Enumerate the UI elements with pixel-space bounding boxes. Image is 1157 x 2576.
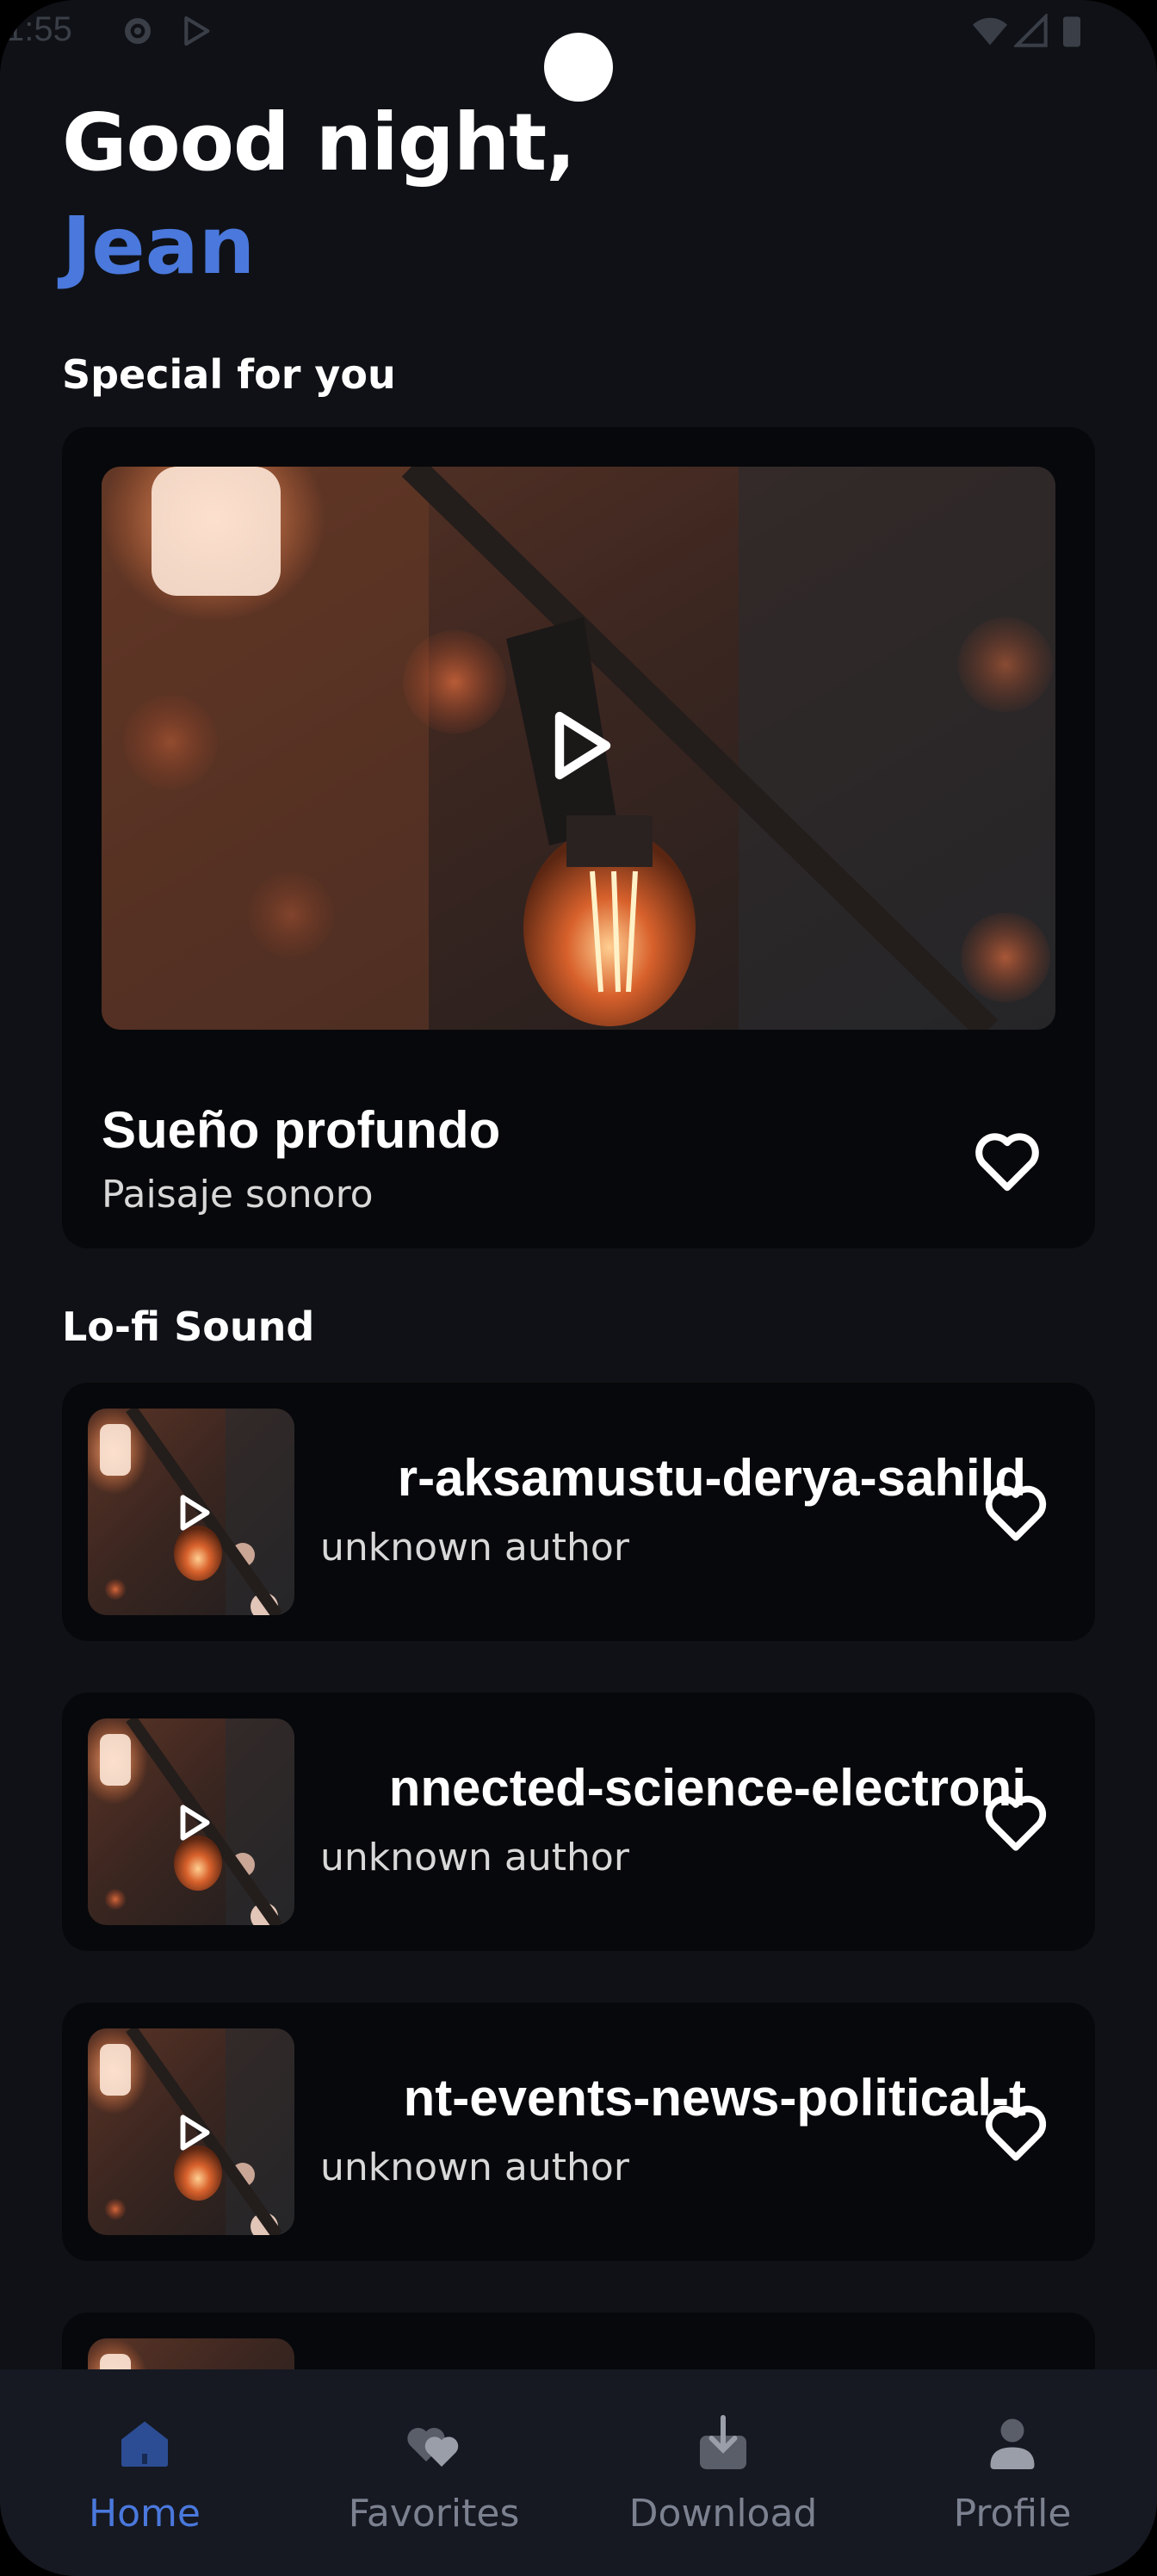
play-icon[interactable] <box>172 2111 215 2154</box>
track-title-marquee: nnected-science-electroni <box>320 1758 1026 1827</box>
profile-icon <box>990 2418 1035 2469</box>
featured-title: Sueño profundo <box>102 1101 501 1159</box>
track-thumbnail[interactable] <box>88 1718 294 1925</box>
track-title-marquee: r-aksamustu-derya-sahild <box>320 1448 1026 1517</box>
greeting-text: Good night, <box>62 96 576 189</box>
heart-icon[interactable] <box>980 1476 1052 1548</box>
track-author: unknown author <box>320 2146 629 2189</box>
nav-label-download: Download <box>628 2492 818 2536</box>
track-thumbnail[interactable] <box>88 2028 294 2235</box>
download-icon <box>700 2415 746 2469</box>
play-icon[interactable] <box>172 1801 215 1844</box>
featured-artwork[interactable] <box>102 467 1055 1030</box>
heart-icon[interactable] <box>980 1786 1052 1858</box>
featured-subtitle: Paisaje sonoro <box>102 1173 374 1217</box>
nav-favorites[interactable]: Favorites <box>289 2369 578 2576</box>
wifi-icon <box>973 17 1007 46</box>
settings-icon <box>125 18 151 44</box>
section-title-special: Special for you <box>62 351 396 398</box>
user-name: Jean <box>62 200 256 292</box>
heart-icon[interactable] <box>969 1123 1045 1198</box>
home-icon <box>121 2421 168 2467</box>
play-icon[interactable] <box>539 704 622 787</box>
featured-track-card[interactable]: Sueño profundo Paisaje sonoro <box>62 427 1095 1248</box>
nav-label-favorites: Favorites <box>348 2492 520 2536</box>
track-card[interactable]: nt-events-news-political-t unknown autho… <box>62 2003 1095 2261</box>
bottom-navigation: Home Favorites Download Profile <box>0 2369 1157 2576</box>
track-title: nt-events-news-political-t <box>403 2069 1026 2127</box>
heart-icon[interactable] <box>980 2096 1052 2168</box>
status-time: 1:55 <box>5 10 72 48</box>
nav-label-profile: Profile <box>953 2492 1072 2536</box>
track-title: nnected-science-electroni <box>388 1759 1026 1817</box>
camera-cutout <box>544 33 613 102</box>
track-title-marquee: nt-events-news-political-t <box>320 2068 1026 2137</box>
track-author: unknown author <box>320 1526 629 1570</box>
play-icon[interactable] <box>172 1491 215 1534</box>
nav-home[interactable]: Home <box>0 2369 289 2576</box>
nav-profile[interactable]: Profile <box>868 2369 1157 2576</box>
nav-download[interactable]: Download <box>578 2369 868 2576</box>
battery-icon <box>1063 16 1080 47</box>
section-title-lofi: Lo-fi Sound <box>62 1303 315 1350</box>
nav-label-home: Home <box>89 2492 201 2536</box>
signal-icon <box>1014 14 1048 47</box>
favorites-icon <box>407 2427 459 2467</box>
track-card[interactable]: nnected-science-electroni unknown author <box>62 1693 1095 1951</box>
track-card[interactable]: r-aksamustu-derya-sahild unknown author <box>62 1383 1095 1641</box>
track-author: unknown author <box>320 1836 629 1879</box>
play-store-icon <box>184 15 210 46</box>
track-title: r-aksamustu-derya-sahild <box>397 1449 1026 1507</box>
track-thumbnail[interactable] <box>88 1409 294 1615</box>
app-screen: 1:55 Good night, Jean Special for you Su… <box>0 0 1157 2576</box>
